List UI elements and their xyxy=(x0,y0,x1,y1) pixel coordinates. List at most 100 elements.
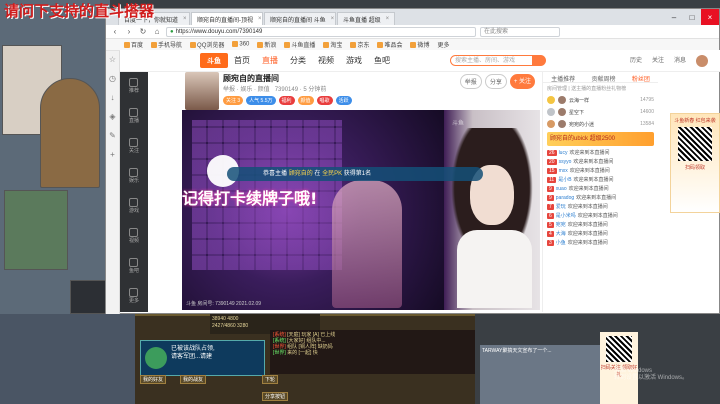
chat-text: 欢迎来到本直播间 xyxy=(569,168,610,174)
report-button[interactable]: 举报 xyxy=(459,74,482,89)
close-icon[interactable]: × xyxy=(258,16,262,22)
douyu-search-button[interactable] xyxy=(532,55,546,66)
room-tag[interactable]: 人气 5.5万 xyxy=(246,96,276,105)
bookmark-icon xyxy=(232,41,239,48)
rank-row[interactable]: 宛宛的小迷 13584 xyxy=(543,118,658,130)
close-icon[interactable]: × xyxy=(386,16,390,22)
room-tag[interactable]: 关注 3 xyxy=(223,96,244,105)
side-item-recommend[interactable]: 推荐 xyxy=(129,78,139,94)
rank-name: 宛宛的小迷 xyxy=(569,121,595,128)
bookmark-item[interactable]: 唯品会 xyxy=(377,40,402,49)
forward-icon[interactable]: › xyxy=(124,27,134,36)
room-tag[interactable]: 福利 xyxy=(278,96,295,105)
home-icon[interactable]: ⌂ xyxy=(152,27,162,36)
nav-video[interactable]: 视频 xyxy=(318,55,334,66)
anchor-avatar[interactable] xyxy=(185,72,219,110)
side-label: 关注 xyxy=(128,148,139,154)
avatar[interactable] xyxy=(696,55,708,67)
game-notification-popup[interactable]: 已被该战队占领, 请客军团...请建 xyxy=(140,340,265,376)
promo-ad-card[interactable]: 斗鱼新春 红包来袭 扫码领取 xyxy=(670,113,720,213)
chat-user[interactable]: ssyyo xyxy=(559,159,572,165)
room-tag[interactable]: 活跃 xyxy=(335,96,352,105)
chat-user[interactable]: 大海 xyxy=(556,230,566,237)
room-tag[interactable]: 唱歌 xyxy=(316,96,333,105)
tab-3[interactable]: 斗鱼直播 超级 × xyxy=(337,12,396,25)
bookmark-item[interactable]: 微博 xyxy=(410,40,429,49)
bookmark-item[interactable]: 新浪 xyxy=(257,40,276,49)
level-badge: 15 xyxy=(547,167,557,174)
bookmark-item[interactable]: 360 xyxy=(232,41,249,48)
bookmark-item[interactable]: 斗鱼直播 xyxy=(284,40,315,49)
side-item-game[interactable]: 游戏 xyxy=(129,198,139,214)
rank-row[interactable]: 星空下 14600 xyxy=(543,106,658,118)
tarway-window[interactable]: TARWAY聚搞天文宣布了一个... xyxy=(480,345,600,404)
chat-message: 11 是小B 欢迎来到本直播间 xyxy=(543,175,658,184)
chat-user[interactable]: lucy xyxy=(559,150,568,156)
bookmark-item[interactable]: 百度 xyxy=(124,40,143,49)
bookmark-item[interactable]: 淘宝 xyxy=(323,40,342,49)
room-tags: 关注 3 人气 5.5万 福利 颜值 唱歌 活跃 xyxy=(223,96,352,105)
next-button[interactable]: 下轮 xyxy=(262,375,279,384)
room-tag[interactable]: 颜值 xyxy=(297,96,314,105)
tab-2[interactable]: 顺宛自的直播间 斗鱼 × xyxy=(264,12,336,25)
tab-1[interactable]: 顺宛自的直播间-顶视 × xyxy=(191,12,263,25)
share-button-game[interactable]: 分享按钮 xyxy=(262,392,289,401)
bookmark-item[interactable]: 手机导航 xyxy=(151,40,182,49)
note-icon[interactable]: ✎ xyxy=(109,131,116,140)
chat-user[interactable]: paradog xyxy=(556,195,574,201)
game-icon[interactable]: ◈ xyxy=(109,112,115,121)
chat-user[interactable]: 小鱼 xyxy=(556,239,566,246)
chat-user[interactable]: xuao xyxy=(556,186,567,192)
nav-yuba[interactable]: 鱼吧 xyxy=(374,55,390,66)
search-input[interactable]: 在此搜索 xyxy=(480,26,560,37)
chat-user[interactable]: mxx xyxy=(559,168,568,174)
video-player[interactable]: 斗鱼 恭喜主播 顾宛自的 在 全民PK 获得第1名 记得打卡续牌子哦! 斗鱼 房… xyxy=(182,110,540,310)
chat-user[interactable]: 宛宛 xyxy=(556,221,566,228)
side-item-ent[interactable]: 娱乐 xyxy=(129,168,139,184)
douyu-nav: 首页 直播 分类 视频 游戏 鱼吧 xyxy=(234,55,390,66)
close-icon[interactable]: × xyxy=(331,16,335,22)
chat-user[interactable]: 是小米吗 xyxy=(556,212,576,219)
side-item-live[interactable]: 直播 xyxy=(129,108,139,124)
side-item-follow[interactable]: 关注 xyxy=(129,138,139,154)
bookmark-item[interactable]: QQ浏览器 xyxy=(190,40,224,49)
douyu-search-input[interactable]: 搜索主播、房间、游戏 xyxy=(450,55,545,66)
back-icon[interactable]: ‹ xyxy=(110,27,120,36)
video-figure xyxy=(332,180,402,308)
nav-home[interactable]: 首页 xyxy=(234,55,250,66)
minimize-icon[interactable]: – xyxy=(665,9,683,25)
tab-fans[interactable]: 粉丝团 xyxy=(632,74,650,83)
maximize-icon[interactable]: □ xyxy=(683,9,701,25)
qr-code-icon xyxy=(678,127,712,161)
url-input[interactable]: ● https://www.douyu.com/7390149 xyxy=(166,26,476,37)
message-link[interactable]: 消息 xyxy=(674,55,686,67)
side-item-more[interactable]: 更多 xyxy=(129,288,139,304)
download-icon[interactable]: ↓ xyxy=(111,93,115,102)
history-icon[interactable]: ◷ xyxy=(109,74,116,83)
bookmark-item[interactable]: 京东 xyxy=(350,40,369,49)
friends-button[interactable]: 我的好友 xyxy=(140,375,167,384)
follow-link[interactable]: 关注 xyxy=(652,55,664,67)
nav-live[interactable]: 直播 xyxy=(262,55,278,66)
nav-game[interactable]: 游戏 xyxy=(346,55,362,66)
rank-row[interactable]: 云海一样 14795 xyxy=(543,94,658,106)
share-button[interactable]: 分享 xyxy=(484,74,507,89)
bookmark-item[interactable]: 更多 xyxy=(437,40,449,49)
level-badge: 7 xyxy=(547,203,554,210)
side-item-yuba[interactable]: 鱼吧 xyxy=(129,258,139,274)
tab-recommend[interactable]: 主播推荐 xyxy=(551,74,575,83)
teammates-button[interactable]: 我的战友 xyxy=(180,375,207,384)
tab-weekly[interactable]: 贡献周榜 xyxy=(591,74,615,83)
follow-button[interactable]: + 关注 xyxy=(509,74,535,89)
nav-category[interactable]: 分类 xyxy=(290,55,306,66)
history-link[interactable]: 历史 xyxy=(630,55,642,67)
close-icon[interactable]: × xyxy=(183,16,187,22)
refresh-icon[interactable]: ↻ xyxy=(138,27,148,36)
close-window-icon[interactable]: × xyxy=(701,9,719,25)
chat-user[interactable]: 是小B xyxy=(558,176,571,183)
add-icon[interactable]: + xyxy=(110,150,115,159)
chat-user[interactable]: 爱玩 xyxy=(556,203,566,210)
douyu-logo[interactable]: 斗鱼 xyxy=(200,53,228,68)
side-item-video[interactable]: 视频 xyxy=(129,228,139,244)
star-icon[interactable]: ☆ xyxy=(109,55,116,64)
